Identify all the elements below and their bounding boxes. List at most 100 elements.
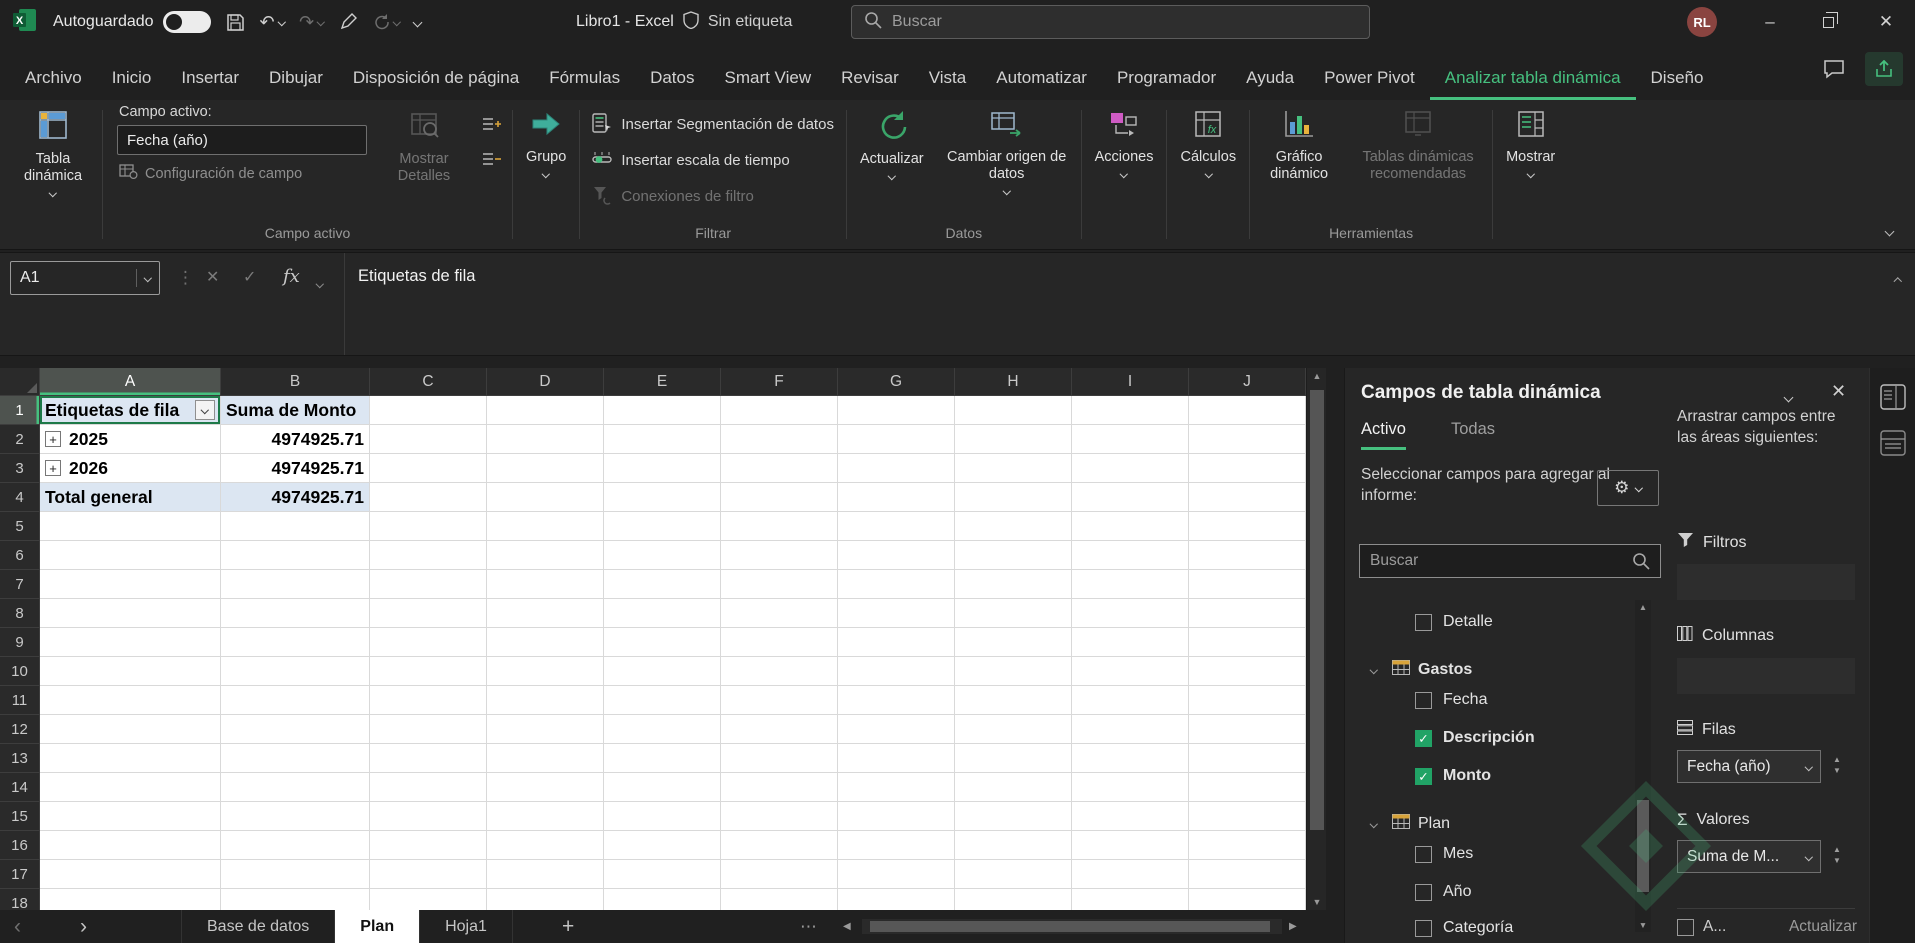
cell-H12[interactable]	[955, 715, 1072, 744]
cell-D5[interactable]	[487, 512, 604, 541]
cell-B10[interactable]	[221, 657, 370, 686]
insert-slicer-button[interactable]: Insertar Segmentación de datos	[582, 108, 844, 141]
cell-E3[interactable]	[604, 454, 721, 483]
close-button[interactable]: ✕	[1857, 0, 1915, 44]
cell-C5[interactable]	[370, 512, 487, 541]
cancel-entry-icon[interactable]: ✕	[206, 267, 219, 287]
cell-E7[interactable]	[604, 570, 721, 599]
sheet-more-icon[interactable]: ⋯	[800, 917, 817, 937]
expand-button-2025[interactable]: +	[45, 431, 61, 447]
undo-button[interactable]: ↶	[260, 12, 286, 33]
cell-J4[interactable]	[1189, 483, 1306, 512]
cell-F6[interactable]	[721, 541, 838, 570]
update-button[interactable]: Actualizar	[1789, 918, 1857, 936]
cell-J12[interactable]	[1189, 715, 1306, 744]
cell-H16[interactable]	[955, 831, 1072, 860]
ribbon-tab-analizar-tabla-dinamica[interactable]: Analizar tabla dinámica	[1429, 58, 1636, 100]
ribbon-tab-ayuda[interactable]: Ayuda	[1231, 58, 1309, 100]
cell-E4[interactable]	[604, 483, 721, 512]
cell-F11[interactable]	[721, 686, 838, 715]
row-header-14[interactable]: 14	[0, 773, 40, 802]
cell-H15[interactable]	[955, 802, 1072, 831]
ribbon-tab-inicio[interactable]: Inicio	[97, 58, 167, 100]
rows-field-chip[interactable]: Fecha (año)	[1677, 750, 1821, 783]
cell-D7[interactable]	[487, 570, 604, 599]
row-header-10[interactable]: 10	[0, 657, 40, 686]
cell-J7[interactable]	[1189, 570, 1306, 599]
pane-field-ano[interactable]: Año	[1415, 877, 1471, 907]
cell-I1[interactable]	[1072, 396, 1189, 425]
sync-button[interactable]	[372, 13, 401, 31]
field-settings-button[interactable]: Configuración de campo	[117, 163, 367, 184]
cell-F13[interactable]	[721, 744, 838, 773]
cell-E14[interactable]	[604, 773, 721, 802]
column-header-A[interactable]: A	[40, 368, 221, 396]
cell-C7[interactable]	[370, 570, 487, 599]
cell-J9[interactable]	[1189, 628, 1306, 657]
cell-E9[interactable]	[604, 628, 721, 657]
active-field-input[interactable]: Fecha (año)	[117, 125, 367, 155]
cell-I7[interactable]	[1072, 570, 1189, 599]
cell-D18[interactable]	[487, 889, 604, 910]
pivot-table-button[interactable]: Tabla dinámica	[6, 104, 100, 223]
row-header-7[interactable]: 7	[0, 570, 40, 599]
checkbox-categoria[interactable]	[1415, 919, 1432, 937]
cell-H17[interactable]	[955, 860, 1072, 889]
cell-C10[interactable]	[370, 657, 487, 686]
cell-A8[interactable]	[40, 599, 221, 628]
show-details-button[interactable]: Mostrar Detalles	[377, 104, 471, 223]
pane-field-descripcion[interactable]: ✓ Descripción	[1415, 723, 1535, 753]
cell-A4[interactable]: Total general	[40, 483, 221, 512]
sheet-tab-base-de-datos[interactable]: Base de datos	[181, 910, 336, 943]
name-box[interactable]: A1	[10, 261, 160, 295]
values-field-spinner[interactable]: ▲ ▼	[1833, 846, 1841, 865]
cell-J10[interactable]	[1189, 657, 1306, 686]
row-header-3[interactable]: 3	[0, 454, 40, 483]
add-sheet-button[interactable]: +	[562, 910, 574, 943]
row-header-4[interactable]: 4	[0, 483, 40, 512]
cell-C12[interactable]	[370, 715, 487, 744]
row-header-2[interactable]: 2	[0, 425, 40, 454]
ribbon-tab-archivo[interactable]: Archivo	[10, 58, 97, 100]
cell-A12[interactable]	[40, 715, 221, 744]
cell-B8[interactable]	[221, 599, 370, 628]
pane-close-icon[interactable]: ✕	[1831, 381, 1846, 402]
formula-dropdown-icon[interactable]	[315, 273, 324, 291]
autosave-toggle[interactable]	[162, 11, 211, 33]
pane-table-gastos[interactable]: Gastos	[1369, 655, 1472, 685]
cell-I14[interactable]	[1072, 773, 1189, 802]
row-header-15[interactable]: 15	[0, 802, 40, 831]
pane-field-detalle[interactable]: Detalle	[1415, 607, 1493, 637]
ribbon-tab-power-pivot[interactable]: Power Pivot	[1309, 58, 1430, 100]
cell-I4[interactable]	[1072, 483, 1189, 512]
cell-A18[interactable]	[40, 889, 221, 910]
list-scroll-thumb[interactable]	[1637, 800, 1649, 892]
cell-B9[interactable]	[221, 628, 370, 657]
cell-J18[interactable]	[1189, 889, 1306, 910]
ribbon-tab-insertar[interactable]: Insertar	[166, 58, 254, 100]
cell-D8[interactable]	[487, 599, 604, 628]
cell-D2[interactable]	[487, 425, 604, 454]
pane-field-mes[interactable]: Mes	[1415, 839, 1473, 869]
cell-B16[interactable]	[221, 831, 370, 860]
recommended-pivottables-button[interactable]: Tablas dinámicas recomendadas	[1346, 104, 1490, 223]
cell-J15[interactable]	[1189, 802, 1306, 831]
cell-E12[interactable]	[604, 715, 721, 744]
cell-D3[interactable]	[487, 454, 604, 483]
previous-sheet-icon[interactable]: ‹	[14, 910, 21, 943]
cell-E5[interactable]	[604, 512, 721, 541]
checkbox-ano[interactable]	[1415, 883, 1432, 901]
cell-A7[interactable]	[40, 570, 221, 599]
cell-G14[interactable]	[838, 773, 955, 802]
column-header-J[interactable]: J	[1189, 368, 1306, 396]
row-header-9[interactable]: 9	[0, 628, 40, 657]
cell-A1[interactable]: Etiquetas de fila	[40, 396, 221, 425]
cell-H18[interactable]	[955, 889, 1072, 910]
redo-button[interactable]: ↷	[299, 12, 325, 33]
refresh-button[interactable]: Actualizar	[849, 104, 935, 223]
cell-J3[interactable]	[1189, 454, 1306, 483]
cell-E1[interactable]	[604, 396, 721, 425]
cell-C17[interactable]	[370, 860, 487, 889]
row-header-12[interactable]: 12	[0, 715, 40, 744]
cell-E17[interactable]	[604, 860, 721, 889]
